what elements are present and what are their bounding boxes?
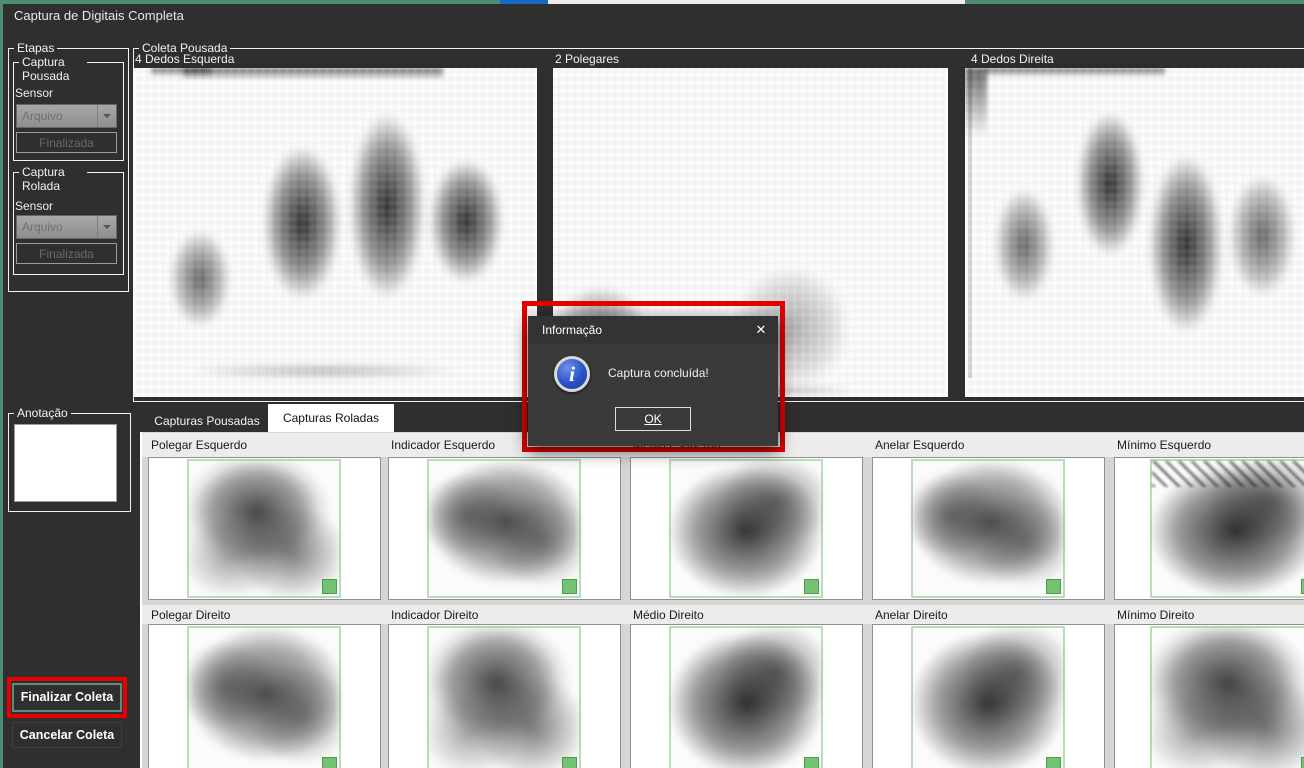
rolled-cell-label: Polegar Direito xyxy=(151,608,230,622)
panel-label-thumbs: 2 Polegares xyxy=(555,52,619,66)
quality-indicator-green xyxy=(562,579,577,594)
info-icon: i xyxy=(554,356,590,392)
quality-indicator-green xyxy=(322,757,337,768)
window-title: Captura de Digitais Completa xyxy=(14,8,184,23)
quality-indicator-green xyxy=(1046,579,1061,594)
rolled-fingerprint-thumbnail xyxy=(187,626,341,768)
dialog-title: Informação xyxy=(542,323,602,337)
tab-capturas-pousadas[interactable]: Capturas Pousadas xyxy=(146,410,268,432)
pousada-sensor-combo-value: Arquivo xyxy=(22,109,63,123)
chevron-down-icon xyxy=(97,105,116,127)
fingerprint-image xyxy=(168,228,232,330)
panel-label-left-hand: 4 Dedos Esquerda xyxy=(135,52,234,66)
pousada-finalizada-button[interactable]: Finalizada xyxy=(16,132,117,153)
scan-noise xyxy=(965,68,987,138)
anotacao-label: Anotação xyxy=(14,406,71,420)
captura-pousada-label: Captura Pousada xyxy=(19,55,87,83)
left-hand-scan-panel xyxy=(133,68,537,397)
ok-button[interactable]: OK xyxy=(615,407,691,431)
fingerprint-image xyxy=(1075,108,1145,260)
rolada-finalizada-button[interactable]: Finalizada xyxy=(16,243,117,264)
tab-capturas-roladas[interactable]: Capturas Roladas xyxy=(268,404,394,432)
rolada-sensor-label: Sensor xyxy=(15,199,53,213)
dialog-message: Captura concluída! xyxy=(608,366,709,380)
fingerprint-image xyxy=(993,186,1055,304)
pousada-sensor-label: Sensor xyxy=(15,86,53,100)
rolled-fingerprint-thumbnail xyxy=(427,626,581,768)
window-top-border xyxy=(965,0,1304,4)
rolled-cell-label: Polegar Esquerdo xyxy=(151,438,247,452)
rolled-fingerprint-thumbnail xyxy=(911,626,1065,768)
fingerprint-image xyxy=(1147,150,1225,338)
rolada-sensor-combo[interactable]: Arquivo xyxy=(16,215,117,239)
anotacao-groupbox: Anotação xyxy=(8,413,131,512)
pousada-sensor-combo[interactable]: Arquivo xyxy=(16,104,117,128)
anotacao-textarea[interactable] xyxy=(14,424,117,502)
window-top-border xyxy=(0,0,500,4)
rolled-fingerprint-thumbnail xyxy=(669,459,823,598)
rolled-cell-label: Anelar Direito xyxy=(875,608,948,622)
scan-noise xyxy=(173,364,473,378)
captura-rolada-label: Captura Rolada xyxy=(19,165,87,193)
quality-indicator-green xyxy=(322,579,337,594)
scan-noise xyxy=(985,68,1165,77)
rolled-cell-label: Mínimo Esquerdo xyxy=(1117,438,1211,452)
rolled-cell-label: Mínimo Direito xyxy=(1117,608,1194,622)
window-left-border xyxy=(0,0,3,768)
quality-indicator-green xyxy=(1046,757,1061,768)
information-dialog: Informação ✕ i Captura concluída! OK xyxy=(528,316,778,446)
window-top-border-blue-segment xyxy=(500,0,548,4)
rolled-fingerprint-thumbnail xyxy=(1150,626,1304,768)
close-icon[interactable]: ✕ xyxy=(744,316,778,344)
rolled-cell-label: Anelar Esquerdo xyxy=(875,438,964,452)
quality-indicator-green xyxy=(804,579,819,594)
finalizar-coleta-button[interactable]: Finalizar Coleta xyxy=(12,683,122,712)
fingerprint-image xyxy=(427,156,505,286)
right-hand-scan-panel xyxy=(965,68,1304,397)
rolada-sensor-combo-value: Arquivo xyxy=(22,220,63,234)
rolled-fingerprint-thumbnail xyxy=(669,626,823,768)
window-top-border-light-segment xyxy=(548,0,965,4)
panel-label-right-hand: 4 Dedos Direita xyxy=(971,52,1054,66)
fingerprint-image xyxy=(347,108,427,304)
rolled-cell-label: Indicador Esquerdo xyxy=(391,438,495,452)
quality-indicator-green xyxy=(804,757,819,768)
rolled-fingerprint-thumbnail xyxy=(911,459,1065,598)
rolled-cell-label: Médio Direito xyxy=(633,608,704,622)
fingerprint-image xyxy=(261,142,343,304)
scan-noise xyxy=(183,68,443,80)
rolled-fingerprint-thumbnail xyxy=(187,459,341,598)
rolled-fingerprint-thumbnail xyxy=(427,459,581,598)
quality-indicator-green xyxy=(562,757,577,768)
fingerprint-image xyxy=(1227,172,1297,300)
scan-noise xyxy=(151,68,211,77)
cancelar-coleta-button[interactable]: Cancelar Coleta xyxy=(12,722,122,748)
rolled-cell-label: Indicador Direito xyxy=(391,608,478,622)
etapas-label: Etapas xyxy=(14,41,57,55)
app-window: Captura de Digitais Completa Etapas Capt… xyxy=(0,0,1304,768)
chevron-down-icon xyxy=(97,216,116,238)
rolled-fingerprint-thumbnail xyxy=(1150,459,1304,598)
dialog-titlebar: Informação xyxy=(528,316,778,344)
